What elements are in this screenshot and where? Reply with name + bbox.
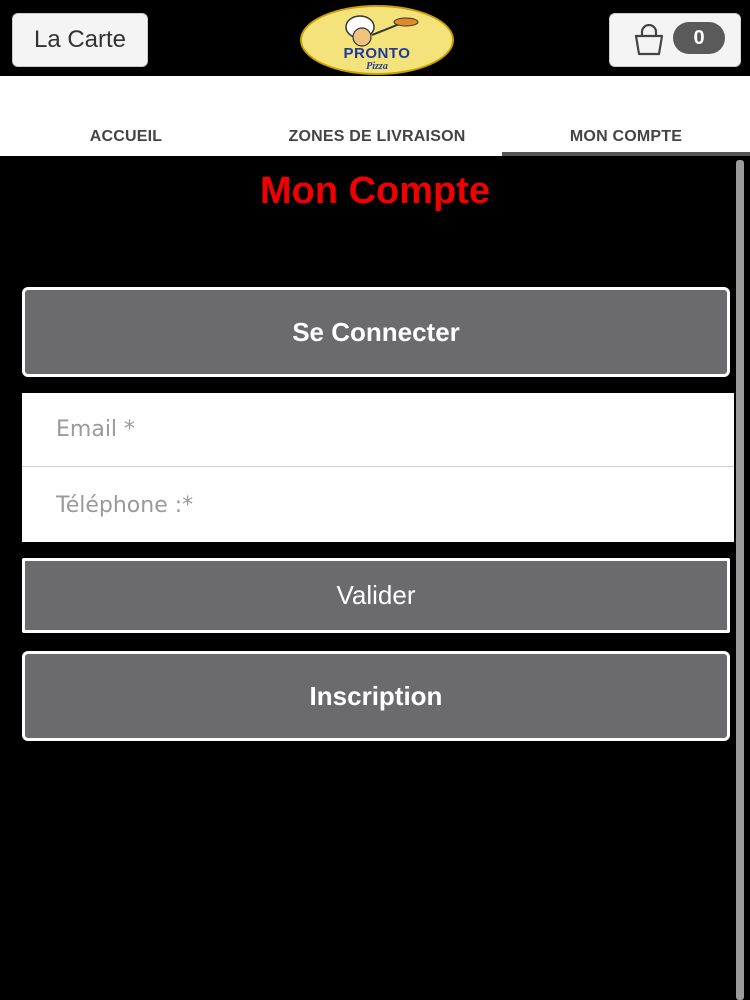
login-form: Email * Téléphone :* <box>22 393 734 542</box>
shopping-bag-icon <box>634 24 664 56</box>
inscription-button[interactable]: Inscription <box>22 651 730 741</box>
main-navigation: ACCUEIL ZONES DE LIVRAISON MON COMPTE <box>0 76 750 156</box>
tab-accueil[interactable]: ACCUEIL <box>40 128 212 152</box>
scrollbar[interactable] <box>736 160 744 1000</box>
top-bar: La Carte PRONTO Pizza 0 <box>0 0 750 76</box>
se-connecter-button[interactable]: Se Connecter <box>22 287 730 377</box>
email-field[interactable]: Email * <box>22 393 734 467</box>
page-title: Mon Compte <box>259 170 491 212</box>
phone-field[interactable]: Téléphone :* <box>22 468 734 542</box>
pronto-pizza-logo[interactable]: PRONTO Pizza <box>300 5 454 75</box>
valider-button[interactable]: Valider <box>22 558 730 633</box>
cart-count-badge: 0 <box>673 22 725 54</box>
cart-button[interactable]: 0 <box>609 13 741 67</box>
logo-name: PRONTO <box>343 45 411 62</box>
logo-tagline: Pizza <box>366 61 388 72</box>
tab-zones-de-livraison[interactable]: ZONES DE LIVRAISON <box>252 128 502 152</box>
la-carte-button[interactable]: La Carte <box>12 13 148 67</box>
tab-mon-compte[interactable]: MON COMPTE <box>502 128 750 152</box>
